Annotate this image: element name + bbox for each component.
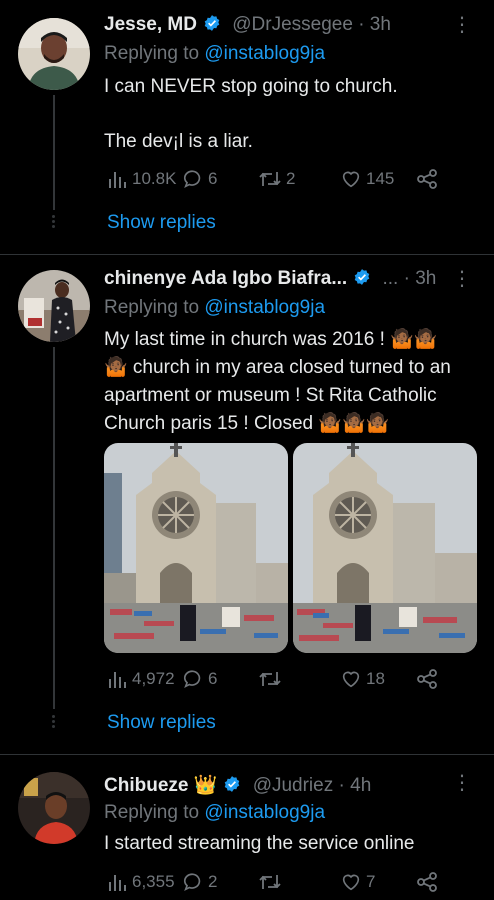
crown-emoji: 👑 — [193, 775, 218, 796]
views-count: 6,355 — [132, 872, 175, 891]
share-button[interactable] — [416, 871, 438, 893]
reply-icon — [182, 668, 204, 690]
timestamp[interactable]: · 3h — [404, 268, 437, 289]
avatar[interactable] — [18, 18, 90, 90]
mention-link[interactable]: @instablog9ja — [204, 43, 325, 64]
views-button[interactable]: 6,355 — [106, 871, 175, 893]
retweet-count: 2 — [286, 169, 296, 188]
like-count: 18 — [366, 669, 385, 688]
heart-icon — [340, 668, 362, 690]
handle[interactable]: @Judriez — [253, 775, 334, 796]
verified-badge-icon — [203, 14, 221, 38]
mention-link[interactable]: @instablog9ja — [204, 297, 325, 318]
share-icon — [416, 668, 438, 690]
share-button[interactable] — [416, 168, 438, 190]
like-button[interactable]: 7 — [340, 871, 375, 893]
views-count: 10.8K — [132, 169, 177, 188]
like-button[interactable]: 18 — [340, 668, 385, 690]
retweet-button[interactable]: 2 — [258, 168, 295, 190]
like-count: 7 — [366, 872, 376, 891]
share-button[interactable] — [416, 668, 438, 690]
verified-badge-icon — [353, 268, 371, 292]
views-icon — [106, 871, 128, 893]
reply-icon — [182, 168, 204, 190]
tweet-header: Jesse, MD @DrJessegee · 3h — [104, 14, 391, 38]
retweet-icon — [258, 168, 282, 190]
reply-count: 6 — [208, 169, 218, 188]
divider — [0, 754, 494, 755]
reply-button[interactable]: 6 — [182, 668, 217, 690]
replying-to: Replying to @instablog9ja — [104, 297, 326, 318]
avatar[interactable] — [18, 270, 90, 342]
views-button[interactable]: 10.8K — [106, 168, 176, 190]
views-button[interactable]: 4,972 — [106, 668, 175, 690]
thread-line — [53, 347, 55, 709]
views-icon — [106, 668, 128, 690]
handle[interactable]: @DrJessegee — [232, 14, 353, 35]
tweet-actions: 10.8K 6 2 145 — [106, 168, 446, 194]
show-replies-link[interactable]: Show replies — [107, 212, 216, 234]
retweet-icon — [258, 668, 282, 690]
tweet-text: I can NEVER stop going to church. The de… — [104, 76, 398, 152]
tweet-actions: 4,972 6 18 — [106, 668, 446, 694]
tweet-header: chinenye Ada Igbo Biafra... ... · 3h — [104, 268, 436, 292]
verified-badge-icon — [223, 775, 241, 799]
church-photo-2[interactable] — [293, 443, 477, 653]
views-count: 4,972 — [132, 669, 175, 688]
avatar[interactable] — [18, 772, 90, 844]
timestamp[interactable]: · 4h — [339, 775, 372, 796]
heart-icon — [340, 168, 362, 190]
share-icon — [416, 168, 438, 190]
reply-count: 6 — [208, 669, 218, 688]
tweet-text: I started streaming the service online — [104, 833, 415, 854]
like-count: 145 — [366, 169, 395, 188]
retweet-button[interactable] — [258, 871, 286, 893]
retweet-icon — [258, 871, 282, 893]
heart-icon — [340, 871, 362, 893]
replying-to: Replying to @instablog9ja — [104, 43, 326, 64]
share-icon — [416, 871, 438, 893]
retweet-button[interactable] — [258, 668, 286, 690]
show-replies-link[interactable]: Show replies — [107, 712, 216, 734]
thread-dots — [50, 713, 56, 730]
tweet-actions: 6,355 2 7 — [106, 871, 446, 897]
views-icon — [106, 168, 128, 190]
tweet-text: My last time in church was 2016 ! 🤷🏾🤷🏾 🤷… — [104, 329, 451, 434]
more-options-icon[interactable]: ⋮ — [452, 770, 472, 795]
timestamp[interactable]: · 3h — [358, 14, 391, 35]
display-name[interactable]: Chibueze — [104, 775, 188, 796]
thread-dots — [50, 213, 56, 230]
reply-button[interactable]: 2 — [182, 871, 217, 893]
more-options-icon[interactable]: ⋮ — [452, 12, 472, 37]
tweet-header: Chibueze 👑 @Judriez · 4h — [104, 773, 371, 799]
thread-line — [53, 95, 55, 210]
reply-button[interactable]: 6 — [182, 168, 217, 190]
replying-to: Replying to @instablog9ja — [104, 802, 326, 823]
reply-icon — [182, 871, 204, 893]
handle[interactable]: ... — [382, 268, 398, 289]
more-options-icon[interactable]: ⋮ — [452, 266, 472, 291]
divider — [0, 254, 494, 255]
display-name[interactable]: Jesse, MD — [104, 14, 197, 35]
like-button[interactable]: 145 — [340, 168, 394, 190]
mention-link[interactable]: @instablog9ja — [204, 802, 325, 823]
display-name[interactable]: chinenye Ada Igbo Biafra... — [104, 268, 347, 289]
reply-count: 2 — [208, 872, 218, 891]
church-photo-1[interactable] — [104, 443, 288, 653]
